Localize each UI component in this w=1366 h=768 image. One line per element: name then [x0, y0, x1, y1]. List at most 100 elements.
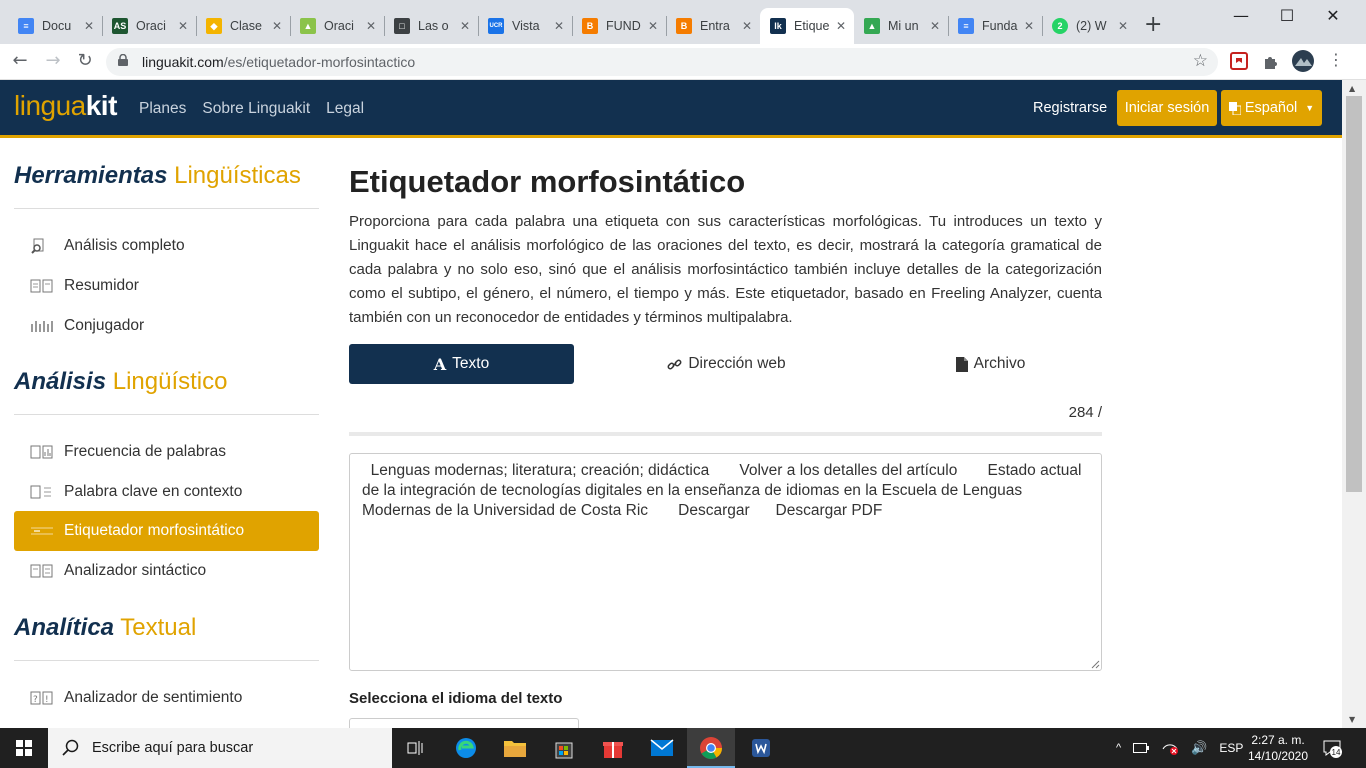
- windows-logo-icon: [16, 740, 32, 756]
- browser-tab[interactable]: lk Etique ✕: [760, 8, 854, 44]
- tab-texto[interactable]: A Texto: [349, 344, 574, 384]
- minimize-button[interactable]: —: [1218, 6, 1264, 25]
- sidebar-section-title: Analítica Textual: [14, 614, 197, 641]
- book-icon: ▲: [300, 18, 316, 34]
- browser-tab[interactable]: 2 (2) W ✕: [1042, 8, 1136, 44]
- store-icon[interactable]: [540, 728, 588, 768]
- language-dropdown[interactable]: Español ▼: [1221, 90, 1322, 126]
- browser-tab[interactable]: □ Las o ✕: [384, 8, 478, 44]
- notification-center-button[interactable]: 14: [1322, 738, 1342, 758]
- register-link[interactable]: Registrarse: [1033, 100, 1107, 116]
- show-hidden-icons-chevron-icon[interactable]: ^: [1116, 742, 1121, 754]
- word-icon[interactable]: [737, 728, 785, 768]
- sidebar-item-analisis-completo[interactable]: Análisis completo: [14, 226, 319, 266]
- edge-icon[interactable]: [442, 728, 490, 768]
- network-offline-icon[interactable]: [1161, 741, 1179, 755]
- browser-tab[interactable]: UCR Vista ✕: [478, 8, 572, 44]
- tab-close-icon[interactable]: ✕: [930, 19, 940, 33]
- sidebar-item-label: Palabra clave en contexto: [64, 483, 243, 500]
- nav-legal[interactable]: Legal: [326, 100, 364, 118]
- browser-tab[interactable]: AS Oraci ✕: [102, 8, 196, 44]
- clock-time: 2:27 a. m.: [1251, 733, 1305, 747]
- sentiment-icon: ?!: [30, 690, 54, 706]
- windows-taskbar: Escribe aquí para buscar ^ 🔊 ESP 2:27 a.…: [0, 728, 1366, 768]
- tab-archivo[interactable]: Archivo: [879, 344, 1102, 384]
- scroll-down-icon[interactable]: ▼: [1349, 715, 1355, 724]
- pdf-extension-icon[interactable]: [1230, 52, 1248, 70]
- windows-start-button[interactable]: [0, 728, 48, 768]
- sidebar-item-etiquetador[interactable]: Etiquetador morfosintático: [14, 511, 319, 551]
- browser-tab[interactable]: ▲ Mi un ✕: [854, 8, 948, 44]
- language-select[interactable]: [349, 718, 579, 728]
- new-tab-button[interactable]: +: [1144, 12, 1162, 37]
- section-divider: [14, 414, 319, 415]
- browser-tab[interactable]: ≡ Docu ✕: [8, 8, 102, 44]
- sidebar-item-resumidor[interactable]: Resumidor: [14, 266, 319, 306]
- scrollbar-thumb[interactable]: [1346, 96, 1362, 492]
- gift-icon[interactable]: [589, 728, 637, 768]
- notification-icon: 14: [1323, 740, 1342, 758]
- sidebar-item-palabra-clave[interactable]: Palabra clave en contexto: [14, 472, 319, 512]
- forward-button[interactable]: →: [41, 50, 65, 71]
- browser-tab[interactable]: ▲ Oraci ✕: [290, 8, 384, 44]
- tab-close-icon[interactable]: ✕: [554, 19, 564, 33]
- browser-tab[interactable]: B Entra ✕: [666, 8, 760, 44]
- chrome-icon[interactable]: [687, 728, 735, 768]
- address-bar[interactable]: linguakit.com/es/etiquetador-morfosintac…: [106, 48, 1218, 76]
- browser-menu-button[interactable]: ⋮: [1324, 50, 1348, 69]
- browser-tab[interactable]: B FUND ✕: [572, 8, 666, 44]
- tab-close-icon[interactable]: ✕: [836, 19, 846, 33]
- linguakit-logo[interactable]: linguakit: [14, 90, 117, 122]
- translate-icon: [1228, 101, 1241, 115]
- tab-close-icon[interactable]: ✕: [742, 19, 752, 33]
- tab-close-icon[interactable]: ✕: [272, 19, 282, 33]
- system-clock[interactable]: 2:27 a. m. 14/10/2020: [1240, 732, 1316, 764]
- char-counter: 284 /: [1068, 404, 1102, 421]
- clock-date: 14/10/2020: [1247, 749, 1309, 763]
- login-button[interactable]: Iniciar sesión: [1117, 90, 1217, 126]
- tab-close-icon[interactable]: ✕: [178, 19, 188, 33]
- sidebar-item-sentimiento[interactable]: ?! Analizador de sentimiento: [14, 678, 319, 718]
- section-divider: [14, 208, 319, 209]
- nav-sobre-linguakit[interactable]: Sobre Linguakit: [202, 100, 310, 118]
- resize-handle-icon[interactable]: [1090, 659, 1100, 669]
- sidebar-item-conjugador[interactable]: Conjugador: [14, 306, 319, 346]
- maximize-button[interactable]: ☐: [1264, 6, 1310, 25]
- battery-icon[interactable]: [1133, 743, 1150, 753]
- mail-icon[interactable]: [638, 728, 686, 768]
- extensions-puzzle-icon[interactable]: [1262, 52, 1280, 70]
- tab-close-icon[interactable]: ✕: [1118, 19, 1128, 33]
- tab-title: Etique: [794, 19, 830, 33]
- sidebar-item-analizador-sintactico[interactable]: Analizador sintáctico: [14, 551, 319, 591]
- profile-avatar[interactable]: [1292, 50, 1314, 72]
- tab-close-icon[interactable]: ✕: [460, 19, 470, 33]
- close-window-button[interactable]: ✕: [1310, 6, 1356, 25]
- tab-close-icon[interactable]: ✕: [84, 19, 94, 33]
- tab-direccion-web[interactable]: Dirección web: [604, 344, 849, 384]
- lock-icon[interactable]: [118, 54, 128, 66]
- tab-close-icon[interactable]: ✕: [1024, 19, 1034, 33]
- task-view-icon[interactable]: [392, 728, 440, 768]
- text-input[interactable]: Lenguas modernas; literatura; creación; …: [349, 453, 1102, 671]
- scroll-up-icon[interactable]: ▲: [1349, 84, 1355, 93]
- file-explorer-icon[interactable]: [491, 728, 539, 768]
- nav-planes[interactable]: Planes: [139, 100, 186, 118]
- bookmark-star-icon[interactable]: ☆: [1193, 51, 1208, 71]
- browser-tab[interactable]: ◆ Clase ✕: [196, 8, 290, 44]
- tab-close-icon[interactable]: ✕: [648, 19, 658, 33]
- browser-tab-strip: + — ☐ ✕ ≡ Docu ✕ AS Oraci ✕ ◆ Clase ✕ ▲ Oraci ✕ □ Las…: [0, 0, 1366, 44]
- back-button[interactable]: ←: [8, 50, 32, 71]
- tool-description: Proporciona para cada palabra una etique…: [349, 213, 1102, 326]
- font-icon: A: [433, 354, 447, 374]
- taskbar-search-box[interactable]: Escribe aquí para buscar: [48, 728, 392, 768]
- volume-icon[interactable]: 🔊: [1191, 740, 1207, 756]
- char-progress-bar: [349, 432, 1102, 436]
- file-icon: [955, 356, 968, 372]
- tab-close-icon[interactable]: ✕: [366, 19, 376, 33]
- tab-title: Clase: [230, 19, 262, 33]
- reload-button[interactable]: ↻: [73, 50, 97, 71]
- sidebar-item-frecuencia[interactable]: Frecuencia de palabras: [14, 432, 319, 472]
- ucr-icon: UCR: [488, 18, 504, 34]
- page-scrollbar[interactable]: ▲ ▼: [1342, 80, 1366, 728]
- browser-tab[interactable]: ≡ Funda ✕: [948, 8, 1042, 44]
